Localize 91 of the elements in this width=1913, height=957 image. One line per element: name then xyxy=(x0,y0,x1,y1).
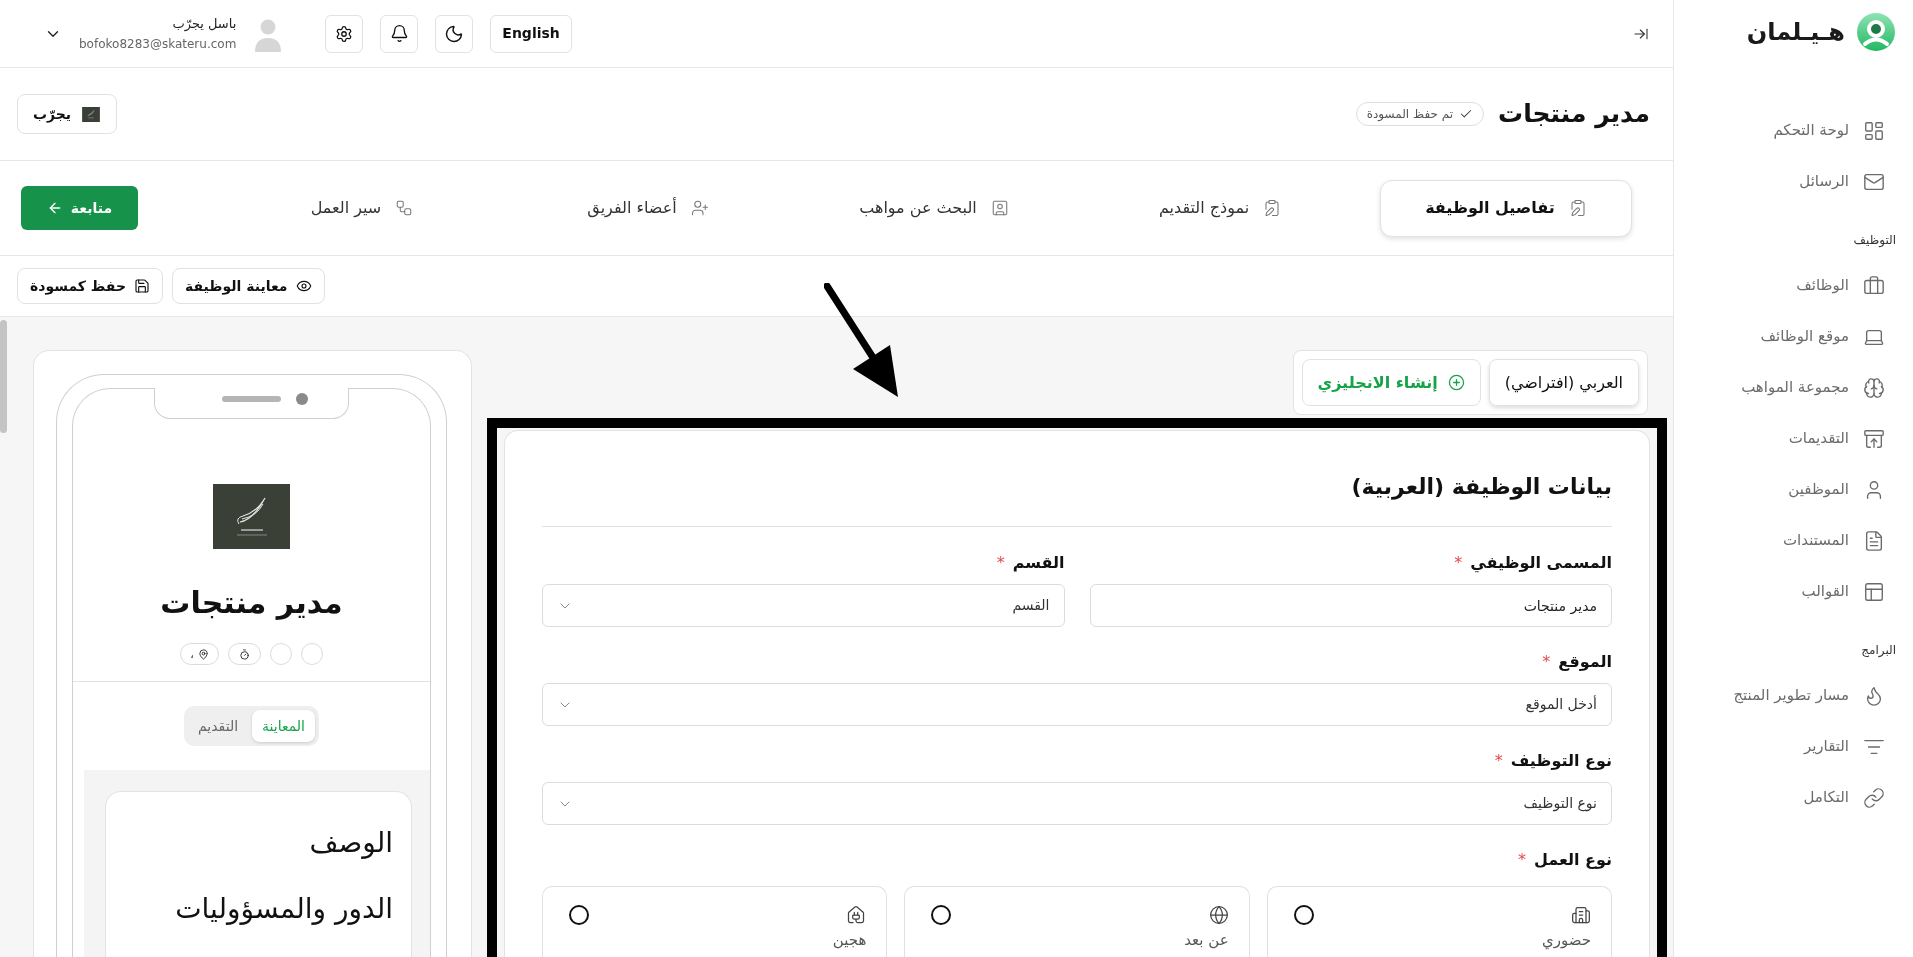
company-button[interactable]: يجرّب xyxy=(17,94,118,134)
required-mark: * xyxy=(996,552,1005,574)
save-draft-button[interactable]: حفظ كمسودة xyxy=(17,268,164,304)
preview-job-title: مدير منتجات xyxy=(160,584,343,622)
eye-icon xyxy=(295,278,312,294)
field-label: نوع التوظيف xyxy=(1510,750,1612,772)
moon-icon xyxy=(444,23,465,44)
document-icon xyxy=(1863,529,1885,552)
continue-button[interactable]: متابعة xyxy=(21,186,138,230)
upload-tray-icon xyxy=(1863,427,1885,450)
nav-item[interactable]: موقع الوظائف xyxy=(1674,311,1913,362)
speaker-icon xyxy=(222,396,281,402)
link-icon xyxy=(1863,786,1885,809)
radio-button[interactable] xyxy=(931,905,952,925)
plus-circle-icon xyxy=(1447,374,1465,391)
step-tab[interactable]: أعضاء الفريق xyxy=(522,179,774,237)
user-email: bofoko8283@skateru.com xyxy=(79,36,237,54)
nav-item[interactable]: المستندات xyxy=(1674,515,1913,566)
radio-button[interactable] xyxy=(569,905,589,925)
select-field[interactable]: نوع التوظيف xyxy=(542,782,1612,825)
step-tab[interactable]: سير العمل xyxy=(236,179,488,237)
work-type-option[interactable]: عن بعد xyxy=(904,886,1250,957)
field-label: نوع العمل xyxy=(1533,849,1612,871)
section-heading: البرامج xyxy=(1860,642,1897,659)
nav-item[interactable]: القوالب xyxy=(1674,566,1913,617)
nav-item[interactable]: مجموعة المواهب xyxy=(1674,362,1913,413)
save-icon xyxy=(134,278,151,294)
theme-toggle-button[interactable] xyxy=(435,14,474,53)
camera-icon xyxy=(296,393,308,405)
house-plug-icon xyxy=(846,905,867,925)
building-icon xyxy=(1571,905,1591,925)
text-input[interactable]: مدير منتجات xyxy=(1089,584,1612,627)
field-label: الموقع xyxy=(1558,651,1612,673)
preview-section-title: الدور والمسؤوليات xyxy=(174,891,393,927)
nav-item[interactable]: الوظائف xyxy=(1674,260,1913,311)
preview-button[interactable]: معاينة الوظيفة xyxy=(172,268,325,304)
briefcase-icon xyxy=(1863,274,1885,297)
notifications-button[interactable] xyxy=(380,14,419,53)
work-type-option[interactable]: هجين xyxy=(542,886,888,957)
scrollbar-thumb[interactable] xyxy=(0,320,7,433)
timer-icon xyxy=(238,648,250,660)
nav-item[interactable]: الرسائل xyxy=(1674,156,1913,207)
bell-icon xyxy=(389,24,409,43)
brand-name: هـيـلمان xyxy=(1746,17,1845,48)
section-heading: التوظيف xyxy=(1852,232,1897,249)
preview-section-title: الوصف xyxy=(308,825,393,861)
option-label: هجين xyxy=(831,931,867,949)
map-pin-icon xyxy=(197,648,209,660)
form-title: بيانات الوظيفة (العربية) xyxy=(1350,473,1612,502)
required-mark: * xyxy=(1454,552,1463,574)
workflow-icon xyxy=(395,199,414,217)
nav-item[interactable]: مسار تطوير المنتج xyxy=(1674,670,1913,721)
nav-item[interactable]: لوحة التحكم xyxy=(1674,105,1913,156)
logo-icon xyxy=(1857,13,1895,51)
check-icon xyxy=(1459,107,1473,121)
required-mark: * xyxy=(1542,651,1551,673)
nav-item[interactable]: التكامل xyxy=(1674,772,1913,823)
settings-icon xyxy=(335,24,354,43)
select-field[interactable]: أدخل الموقع xyxy=(542,683,1612,726)
page-title: مدير منتجات xyxy=(1498,98,1650,131)
nav-item[interactable]: الموظفين xyxy=(1674,464,1913,515)
radio-button[interactable] xyxy=(1293,905,1314,925)
user-plus-icon xyxy=(690,199,709,217)
location-text: ، xyxy=(190,648,194,660)
nav-item[interactable]: التقديمات xyxy=(1674,413,1913,464)
toggle-tab[interactable]: التقديم xyxy=(188,710,249,742)
globe-icon xyxy=(1208,905,1229,925)
draft-saved-text: تم حفظ المسودة xyxy=(1366,106,1453,123)
language-button[interactable]: English xyxy=(490,14,572,53)
option-label: حضوري xyxy=(1541,931,1591,949)
language-tab[interactable]: العربي (افتراضي) xyxy=(1488,359,1639,406)
dashboard-icon xyxy=(1863,119,1885,142)
clipboard-pen-icon xyxy=(1568,199,1587,217)
company-logo-icon xyxy=(81,106,102,122)
option-label: عن بعد xyxy=(1183,931,1229,949)
required-mark: * xyxy=(1494,750,1503,772)
settings-button[interactable] xyxy=(325,14,364,53)
brain-icon xyxy=(1863,376,1885,399)
field-label: القسم xyxy=(1012,552,1065,574)
work-type-option[interactable]: حضوري xyxy=(1266,886,1612,957)
step-tab[interactable]: البحث عن مواهب xyxy=(808,179,1060,237)
field-label: المسمى الوظيفي xyxy=(1470,552,1612,575)
user-card-icon xyxy=(990,199,1009,217)
required-mark: * xyxy=(1517,849,1526,871)
nav-item[interactable]: التقارير xyxy=(1674,721,1913,772)
select-field[interactable]: القسم xyxy=(542,584,1065,627)
user-name: باسل يجرّب xyxy=(172,14,237,34)
clipboard-pen-icon xyxy=(1263,199,1282,217)
layout-icon xyxy=(1863,580,1885,603)
step-tab[interactable]: تفاصيل الوظيفة xyxy=(1380,179,1632,237)
step-tab[interactable]: نموذج التقديم xyxy=(1094,179,1346,237)
